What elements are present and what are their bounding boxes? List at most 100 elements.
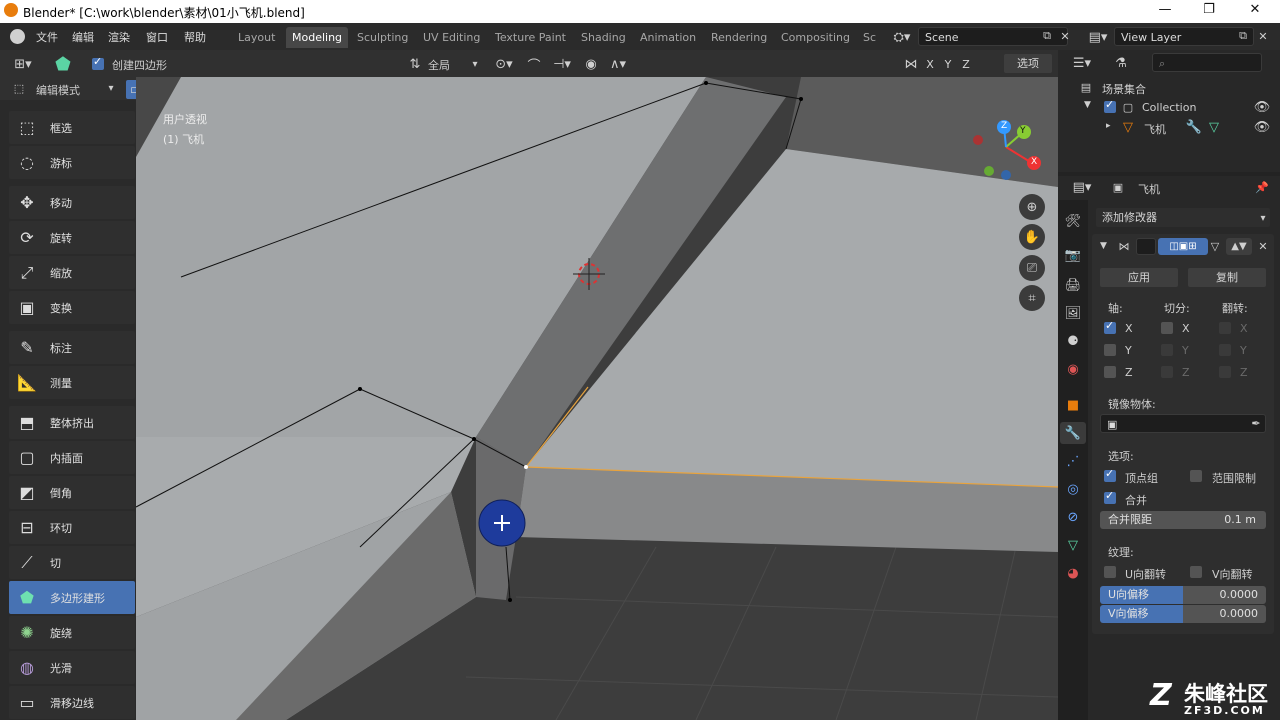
tab-scripting[interactable]: Sc: [857, 27, 882, 48]
tool-rotate[interactable]: ⟳ 旋转: [9, 221, 135, 254]
blender-menu-icon[interactable]: [10, 29, 25, 44]
symmetry-z-toggle[interactable]: Z: [958, 55, 974, 74]
axis-z-checkbox[interactable]: [1104, 366, 1116, 378]
vertex[interactable]: [704, 81, 708, 85]
physics-tab-icon[interactable]: ◎: [1064, 480, 1082, 498]
create-quads-checkbox[interactable]: [92, 55, 104, 70]
pin-icon[interactable]: 📌: [1254, 178, 1270, 196]
new-view-layer-icon[interactable]: ⧉: [1236, 28, 1250, 44]
tool-smooth[interactable]: ◍ 光滑: [9, 651, 135, 684]
tool-transform[interactable]: ▣ 变换: [9, 291, 135, 324]
material-tab-icon[interactable]: ◕: [1064, 564, 1082, 582]
tool-select-box[interactable]: ⬚ 框选: [9, 111, 135, 144]
object-name-label[interactable]: 飞机: [1144, 121, 1166, 137]
tool-extrude[interactable]: ⬒ 整体挤出: [9, 406, 135, 439]
scene-tab-icon[interactable]: ⚈: [1064, 332, 1082, 350]
eyedropper-icon[interactable]: ✒: [1248, 415, 1264, 432]
properties-type-icon[interactable]: ▤▾: [1068, 178, 1096, 196]
selected-vertex[interactable]: [524, 465, 528, 469]
tab-sculpting[interactable]: Sculpting: [351, 27, 414, 48]
mirror-object-field[interactable]: ▣: [1100, 414, 1266, 433]
tool-tab-icon[interactable]: 🛠: [1064, 212, 1082, 230]
merge-limit-field[interactable]: 合并限距 0.1 m: [1100, 511, 1266, 529]
tab-layout[interactable]: Layout: [232, 27, 281, 48]
particles-tab-icon[interactable]: ⋰: [1064, 452, 1082, 470]
outliner-search-input[interactable]: ⌕: [1152, 53, 1262, 72]
delete-view-layer-icon[interactable]: ✕: [1256, 28, 1270, 44]
vertex[interactable]: [799, 97, 803, 101]
tool-bevel[interactable]: ◩ 倒角: [9, 476, 135, 509]
tool-scale[interactable]: ⤢ 缩放: [9, 256, 135, 289]
symmetry-x-toggle[interactable]: X: [922, 55, 938, 74]
pivot-point-icon[interactable]: ⊙▾: [490, 55, 518, 73]
on-cage-icon[interactable]: ▽: [1208, 238, 1222, 255]
outliner-type-icon[interactable]: ☰▾: [1068, 54, 1096, 72]
data-tab-icon[interactable]: ▽: [1064, 536, 1082, 554]
vertex[interactable]: [358, 387, 362, 391]
v-flip-checkbox[interactable]: [1190, 566, 1202, 578]
mode-selector[interactable]: 编辑模式: [36, 82, 80, 98]
object-tab-icon[interactable]: ■: [1064, 396, 1082, 414]
add-modifier-dropdown[interactable]: 添加修改器: [1096, 208, 1270, 227]
modifier-display-toggles-icon[interactable]: ◫▣⊞: [1158, 238, 1208, 255]
expand-arrow-icon[interactable]: ▸: [1106, 121, 1111, 131]
menu-help[interactable]: 帮助: [184, 29, 206, 45]
output-tab-icon[interactable]: 🖨: [1064, 276, 1082, 294]
chevron-down-icon[interactable]: ▾: [468, 55, 482, 73]
menu-render[interactable]: 渲染: [108, 29, 130, 45]
bisect-y-checkbox[interactable]: [1161, 344, 1173, 356]
snap-target-icon[interactable]: ⊣▾: [548, 55, 576, 73]
collection-checkbox[interactable]: [1104, 98, 1116, 113]
world-tab-icon[interactable]: ◉: [1064, 360, 1082, 378]
tool-edge-slide[interactable]: ▭ 滑移边线: [9, 686, 135, 719]
vertex[interactable]: [472, 437, 476, 441]
camera-icon[interactable]: ⎚: [1019, 255, 1045, 281]
constraints-tab-icon[interactable]: ⊘: [1064, 508, 1082, 526]
options-dropdown[interactable]: 选项: [1004, 54, 1052, 73]
tab-animation[interactable]: Animation: [634, 27, 702, 48]
object-visibility-icon[interactable]: 👁: [1254, 119, 1271, 135]
gizmo-neg-z[interactable]: [1001, 170, 1011, 180]
vertex-groups-checkbox[interactable]: [1104, 467, 1116, 482]
view-layer-field[interactable]: View Layer: [1114, 27, 1254, 46]
mesh-data-icon[interactable]: ▽: [1206, 119, 1222, 135]
remove-modifier-icon[interactable]: ✕: [1256, 238, 1270, 255]
copy-button[interactable]: 复制: [1188, 268, 1266, 287]
tab-modeling[interactable]: Modeling: [286, 27, 349, 48]
grid-perspective-icon[interactable]: ⌗: [1019, 285, 1045, 311]
minimize-button[interactable]: —: [1150, 2, 1180, 17]
scene-collection-label[interactable]: 场景集合: [1102, 81, 1146, 97]
snap-icon[interactable]: ⌒: [524, 55, 544, 74]
flip-x-checkbox[interactable]: [1219, 322, 1231, 334]
proportional-edit-icon[interactable]: ◉: [582, 55, 600, 73]
scene-selector-icon[interactable]: ⛭▾: [888, 28, 916, 46]
tool-loopcut[interactable]: ⊟ 环切: [9, 511, 135, 544]
flip-y-checkbox[interactable]: [1219, 344, 1231, 356]
menu-file[interactable]: 文件: [36, 29, 58, 45]
clipping-checkbox[interactable]: [1190, 470, 1202, 482]
menu-window[interactable]: 窗口: [146, 29, 168, 45]
chevron-down-icon[interactable]: ▾: [104, 80, 118, 96]
gizmo-neg-y[interactable]: [984, 166, 994, 176]
zoom-icon[interactable]: ⊕: [1019, 194, 1045, 220]
tool-measure[interactable]: 📐 测量: [9, 366, 135, 399]
tab-uv-editing[interactable]: UV Editing: [417, 27, 486, 48]
merge-checkbox[interactable]: [1104, 489, 1116, 504]
3d-viewport[interactable]: 用户透视 (1) 飞机 X Y Z ⊕ ✋ ⎚ ⌗: [136, 77, 1058, 720]
flip-z-checkbox[interactable]: [1219, 366, 1231, 378]
menu-edit[interactable]: 编辑: [72, 29, 94, 45]
tool-knife[interactable]: ⟋ 切: [9, 546, 135, 579]
gizmo-neg-x[interactable]: [973, 135, 983, 145]
u-flip-checkbox[interactable]: [1104, 566, 1116, 578]
tool-spin[interactable]: ✺ 旋绕: [9, 616, 135, 649]
modifier-name-field[interactable]: [1136, 238, 1156, 255]
collection-label[interactable]: Collection: [1142, 101, 1196, 114]
view-layer-icon[interactable]: ▤▾: [1084, 28, 1112, 46]
filter-icon[interactable]: ⚗: [1112, 54, 1130, 72]
v-offset-field[interactable]: V向偏移 0.0000: [1100, 605, 1266, 623]
axis-y-checkbox[interactable]: [1104, 344, 1116, 356]
modifier-tab-icon[interactable]: 🔧: [1060, 422, 1086, 444]
tab-shading[interactable]: Shading: [575, 27, 632, 48]
chevron-down-icon[interactable]: ▾: [1256, 210, 1270, 226]
tool-cursor[interactable]: ◌ 游标: [9, 146, 135, 179]
